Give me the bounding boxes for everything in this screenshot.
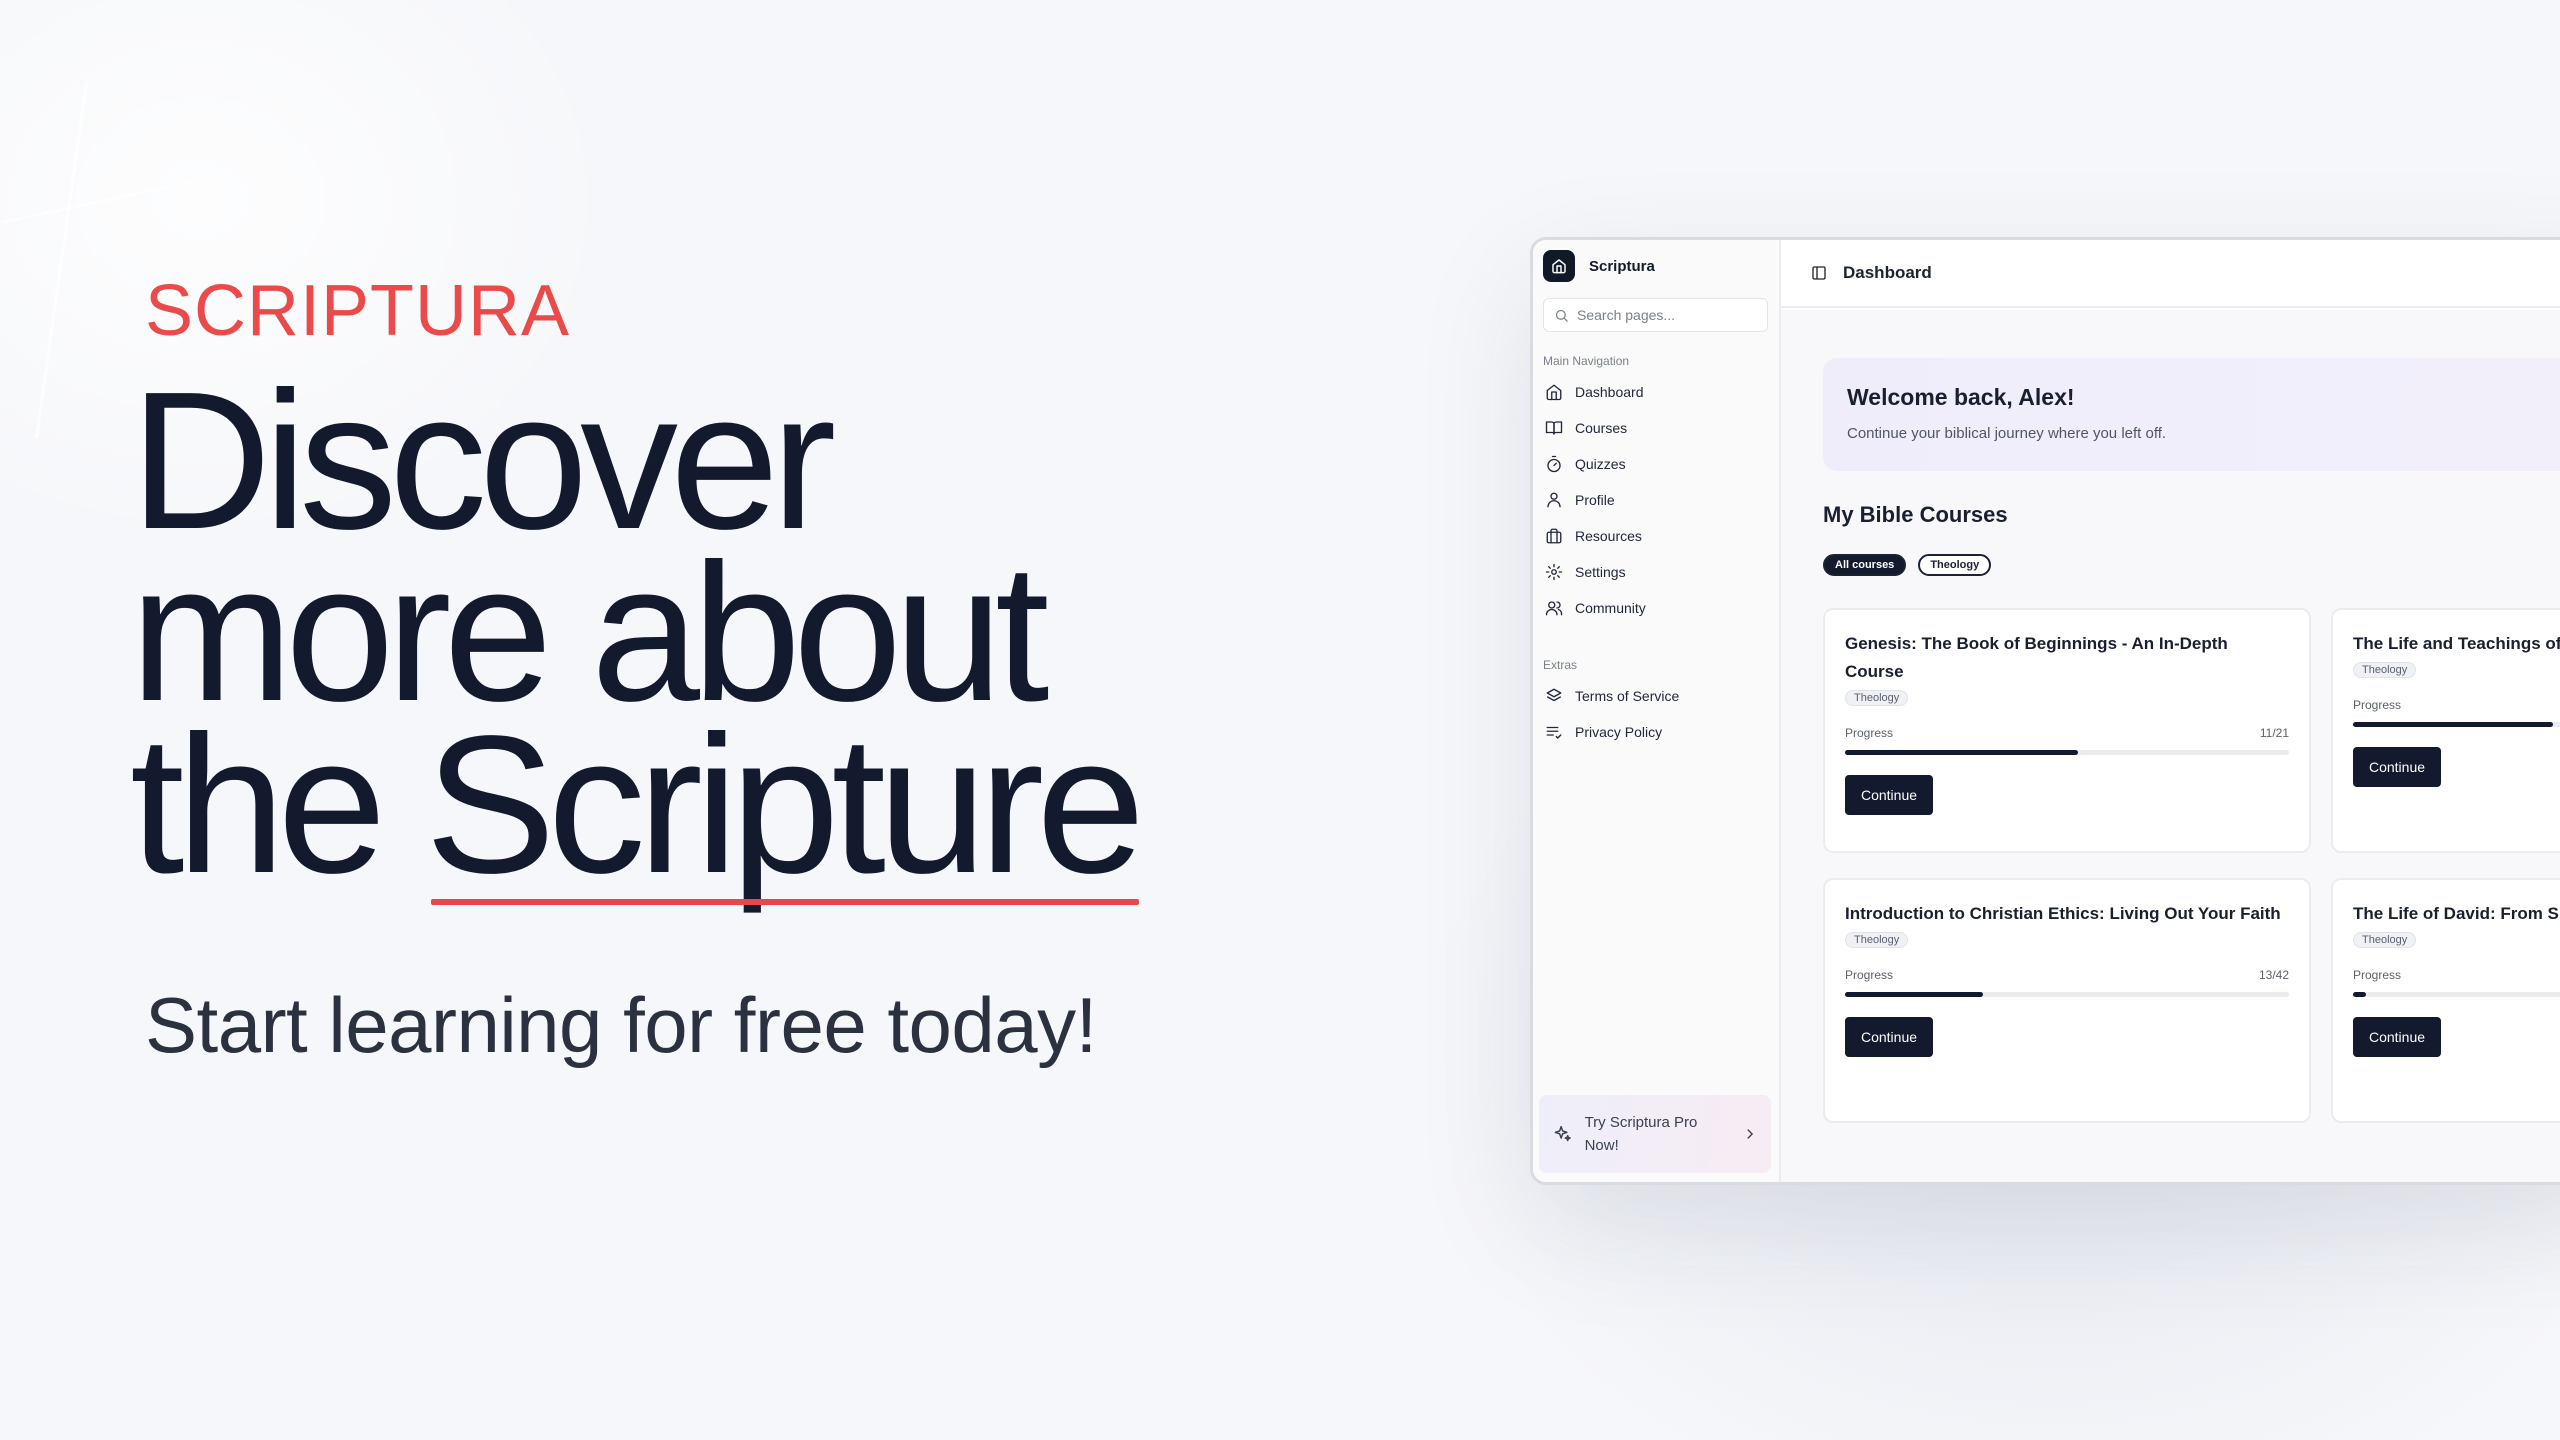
progress-bar-fill	[1845, 750, 2078, 755]
sidebar-item-label: Privacy Policy	[1575, 724, 1663, 740]
progress-bar-fill	[1845, 992, 1983, 997]
course-card: The Life of David: From S Theology Progr…	[2331, 878, 2560, 1123]
course-filters: All courses Theology	[1823, 554, 1992, 576]
continue-button[interactable]: Continue	[2353, 747, 2441, 787]
main-nav: Dashboard Courses Quizzes Profile Resour…	[1539, 374, 1775, 626]
progress-label: Progress	[1845, 726, 1894, 740]
main-nav-label: Main Navigation	[1543, 354, 1630, 368]
course-tag: Theology	[2353, 932, 2417, 948]
progress-row: Progress	[2353, 968, 2560, 982]
dashboard-content: Welcome back, Alex! Continue your biblic…	[1781, 310, 2560, 1182]
sidebar-item-label: Terms of Service	[1575, 688, 1680, 704]
progress-bar	[2353, 992, 2560, 997]
hero-headline: Discover more about the Scripture	[130, 351, 1145, 914]
sidebar-item-label: Courses	[1575, 420, 1628, 436]
chevron-right-icon	[1747, 1129, 1754, 1139]
search-input[interactable]	[1577, 307, 1757, 323]
top-bar: Dashboard	[1781, 240, 2560, 308]
headline-word-the: the	[130, 695, 386, 914]
home-icon	[1546, 384, 1562, 401]
course-tag: Theology	[1845, 932, 1909, 948]
sidebar-item-label: Dashboard	[1575, 384, 1644, 400]
app-window: Scriptura Main Navigation Dashboard Cour…	[1530, 237, 2560, 1185]
progress-bar	[1845, 992, 2289, 997]
progress-bar-fill	[2353, 722, 2553, 727]
app-logo	[1543, 250, 1575, 282]
app-name: Scriptura	[1589, 257, 1655, 275]
course-title: Genesis: The Book of Beginnings - An In-…	[1845, 634, 2228, 681]
search-box[interactable]	[1543, 298, 1768, 332]
page-title: Dashboard	[1843, 263, 1932, 282]
sidebar-header[interactable]: Scriptura	[1543, 250, 1655, 282]
search-icon	[1555, 309, 1568, 322]
continue-button[interactable]: Continue	[1845, 775, 1933, 815]
welcome-subtitle: Continue your biblical journey where you…	[1847, 425, 2167, 442]
timer-icon	[1547, 455, 1561, 473]
continue-button[interactable]: Continue	[2353, 1017, 2441, 1057]
progress-count: 13/42	[2258, 968, 2289, 982]
user-icon	[1547, 492, 1561, 508]
sidebar-item-label: Profile	[1575, 492, 1615, 508]
sidebar-toggle-icon[interactable]	[1811, 265, 1827, 281]
extras-nav: Terms of Service Privacy Policy	[1539, 678, 1775, 750]
course-card: Introduction to Christian Ethics: Living…	[1823, 878, 2311, 1123]
extras-label: Extras	[1543, 658, 1578, 672]
progress-bar	[1845, 750, 2289, 755]
progress-label: Progress	[2353, 968, 2402, 982]
welcome-banner: Welcome back, Alex! Continue your biblic…	[1823, 358, 2560, 471]
sidebar-item-resources[interactable]: Resources	[1539, 518, 1775, 554]
welcome-title: Welcome back, Alex!	[1847, 384, 2075, 410]
sidebar-item-settings[interactable]: Settings	[1539, 554, 1775, 590]
progress-label: Progress	[2353, 698, 2402, 712]
course-tag: Theology	[1845, 690, 1909, 706]
courses-heading: My Bible Courses	[1823, 502, 2008, 527]
sidebar-item-dashboard[interactable]: Dashboard	[1539, 374, 1775, 410]
hero-section: SCRIPTURA Discover more about the Script…	[0, 0, 1480, 1440]
progress-count: 11/21	[2259, 726, 2289, 740]
users-icon	[1545, 601, 1563, 616]
progress-row: Progress	[2353, 698, 2560, 712]
sparkles-icon	[1554, 1125, 1571, 1142]
course-card: The Life and Teachings of Theology Progr…	[2331, 608, 2560, 853]
headline-underlined-word: Scripture	[424, 695, 1145, 914]
sidebar-item-label: Resources	[1575, 528, 1642, 544]
book-open-icon	[1545, 421, 1563, 435]
continue-button[interactable]: Continue	[1845, 1017, 1933, 1057]
course-tag: Theology	[2353, 662, 2417, 678]
course-title: The Life and Teachings of	[2353, 634, 2560, 653]
progress-bar	[2353, 722, 2560, 727]
sidebar-item-community[interactable]: Community	[1539, 590, 1775, 626]
sidebar-item-terms[interactable]: Terms of Service	[1539, 678, 1775, 714]
course-card: Genesis: The Book of Beginnings - An In-…	[1823, 608, 2311, 853]
sidebar: Scriptura Main Navigation Dashboard Cour…	[1533, 240, 1781, 1182]
progress-row: Progress 13/42	[1845, 968, 2289, 982]
home-icon	[1552, 259, 1566, 274]
sidebar-item-quizzes[interactable]: Quizzes	[1539, 446, 1775, 482]
progress-bar-fill	[2353, 992, 2367, 997]
course-title: Introduction to Christian Ethics: Living…	[1845, 904, 2281, 923]
brand-wordmark: SCRIPTURA	[145, 271, 571, 351]
filter-theology[interactable]: Theology	[1918, 554, 1992, 576]
progress-row: Progress 11/21	[1845, 726, 2289, 740]
layers-icon	[1546, 688, 1562, 702]
filter-all-courses[interactable]: All courses	[1823, 554, 1907, 576]
upgrade-promo[interactable]: Try Scriptura Pro Now!	[1539, 1095, 1771, 1173]
sidebar-item-label: Community	[1575, 600, 1646, 616]
headline-line-3: the Scripture	[130, 695, 1145, 914]
list-check-icon	[1546, 726, 1562, 739]
progress-label: Progress	[1845, 968, 1894, 982]
sidebar-item-courses[interactable]: Courses	[1539, 410, 1775, 446]
briefcase-icon	[1546, 528, 1562, 544]
promo-text: Try Scriptura Pro Now!	[1584, 1114, 1698, 1154]
sidebar-item-privacy[interactable]: Privacy Policy	[1539, 714, 1775, 750]
sidebar-item-profile[interactable]: Profile	[1539, 482, 1775, 518]
hero-subline: Start learning for free today!	[145, 981, 1097, 1069]
headline-line-1: Discover	[130, 351, 836, 570]
main-area: Dashboard Welcome back, Alex! Continue y…	[1781, 240, 2560, 1182]
headline-line-2: more about	[130, 523, 1049, 742]
gear-icon	[1545, 563, 1563, 581]
sidebar-item-label: Settings	[1575, 564, 1626, 580]
course-title: The Life of David: From S	[2353, 904, 2559, 923]
sidebar-item-label: Quizzes	[1575, 456, 1626, 472]
